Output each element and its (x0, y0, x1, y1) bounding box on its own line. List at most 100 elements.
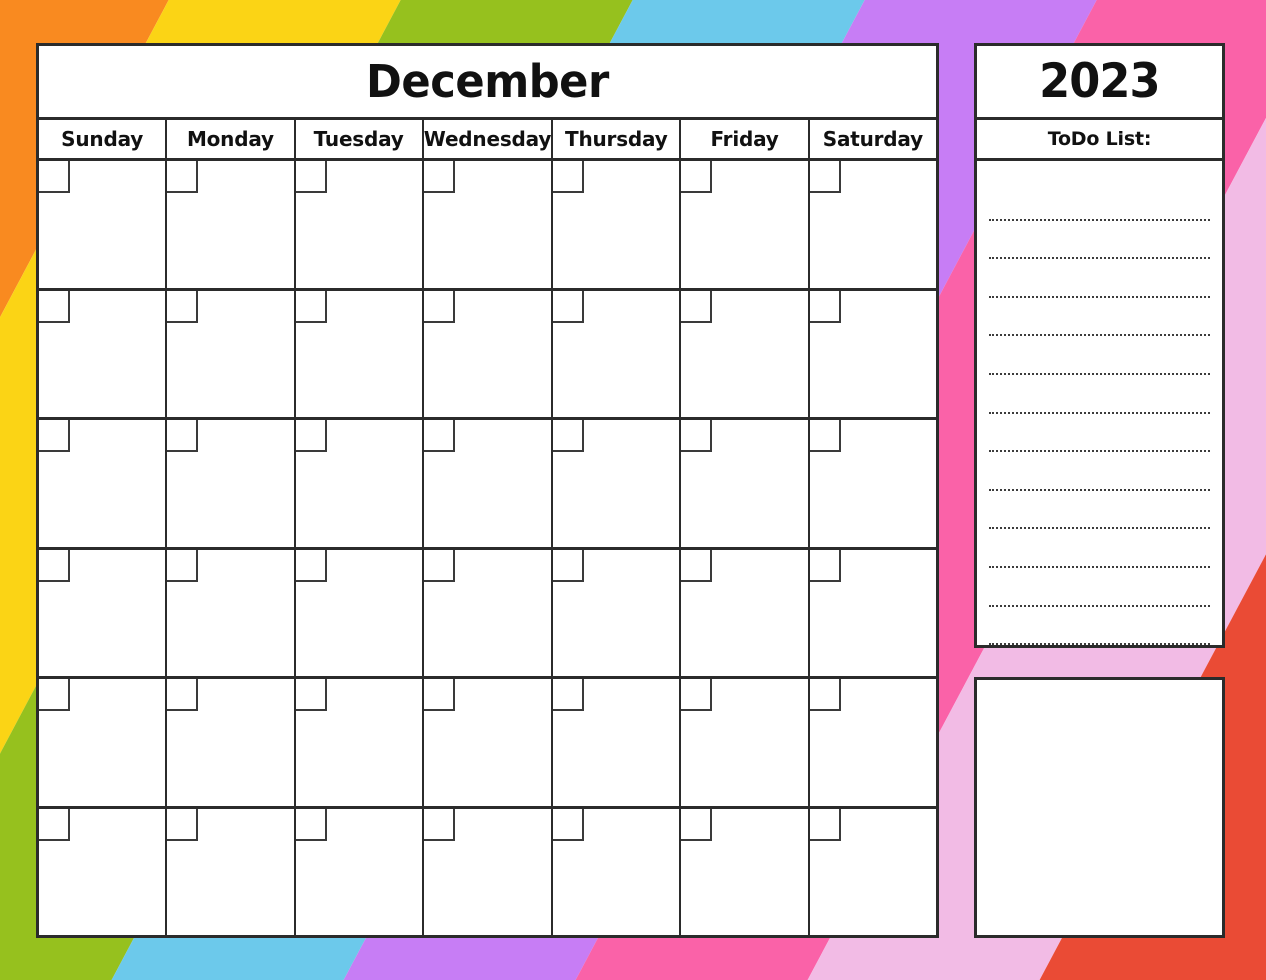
calendar-day-cell[interactable] (681, 161, 810, 288)
calendar-day-cell[interactable] (295, 679, 425, 806)
calendar-day-cell[interactable] (295, 549, 425, 676)
calendar-day-cell[interactable] (167, 808, 296, 935)
todo-list-line[interactable] (989, 336, 1210, 375)
year-label: 2023 (1039, 54, 1160, 109)
calendar-day-cell[interactable] (39, 290, 168, 417)
calendar-day-cell[interactable] (552, 290, 682, 417)
day-number-box (424, 161, 456, 193)
calendar-day-cell[interactable] (552, 808, 682, 935)
todo-list-line[interactable] (989, 529, 1210, 568)
calendar-week-row (39, 808, 936, 936)
todo-list-line[interactable] (989, 491, 1210, 530)
calendar-weeks-grid (39, 161, 936, 935)
day-number-box (424, 679, 456, 711)
calendar-week-row (39, 679, 936, 809)
day-number-box (681, 808, 713, 841)
todo-list-line[interactable] (989, 298, 1210, 337)
calendar-day-cell[interactable] (424, 679, 553, 806)
year-row: 2023 (977, 46, 1222, 120)
day-number-box (552, 161, 584, 193)
day-number-box (809, 808, 841, 841)
day-number-box (552, 549, 584, 582)
calendar-day-cell[interactable] (681, 679, 810, 806)
day-number-box (424, 420, 456, 452)
calendar-day-cell[interactable] (681, 420, 810, 547)
calendar-day-cell[interactable] (167, 679, 296, 806)
day-number-box (681, 420, 713, 452)
calendar-day-cell[interactable] (681, 808, 810, 935)
todo-list-line[interactable] (989, 221, 1210, 260)
day-number-box (809, 420, 841, 452)
calendar-day-cell[interactable] (167, 420, 296, 547)
day-number-box (809, 679, 841, 711)
todo-list-line[interactable] (989, 182, 1210, 221)
todo-title-row: ToDo List: (977, 120, 1222, 161)
calendar-day-cell[interactable] (809, 420, 936, 547)
notes-box[interactable] (974, 677, 1225, 938)
calendar-day-cell[interactable] (39, 679, 168, 806)
day-number-box (39, 161, 70, 193)
calendar-day-cell[interactable] (39, 161, 168, 288)
weekday-header-sunday: Sunday (39, 120, 168, 158)
todo-list-sheet: 2023 ToDo List: (974, 43, 1225, 648)
calendar-day-cell[interactable] (167, 549, 296, 676)
calendar-day-cell[interactable] (295, 420, 425, 547)
calendar-day-cell[interactable] (552, 161, 682, 288)
calendar-day-cell[interactable] (39, 549, 168, 676)
day-number-box (424, 290, 456, 323)
day-number-box (167, 420, 199, 452)
calendar-day-cell[interactable] (809, 679, 936, 806)
calendar-day-cell[interactable] (424, 549, 553, 676)
calendar-week-row (39, 420, 936, 550)
weekday-header-saturday: Saturday (822, 127, 923, 151)
todo-list-line[interactable] (989, 607, 1210, 646)
calendar-week-row (39, 161, 936, 291)
day-number-box (295, 161, 327, 193)
todo-list-line[interactable] (989, 452, 1210, 491)
calendar-day-cell[interactable] (39, 420, 168, 547)
calendar-week-row (39, 290, 936, 420)
calendar-day-cell[interactable] (552, 549, 682, 676)
day-number-box (809, 161, 841, 193)
todo-list-line[interactable] (989, 375, 1210, 414)
calendar-day-cell[interactable] (295, 808, 425, 935)
calendar-day-cell[interactable] (681, 290, 810, 417)
day-number-box (295, 679, 327, 711)
day-number-box (809, 290, 841, 323)
todo-list-line[interactable] (989, 568, 1210, 607)
day-number-box (681, 290, 713, 323)
calendar-day-cell[interactable] (424, 808, 553, 935)
calendar-day-cell[interactable] (809, 290, 936, 418)
calendar-day-cell[interactable] (424, 290, 553, 417)
calendar-day-cell[interactable] (681, 549, 810, 676)
day-number-box (681, 679, 713, 711)
calendar-day-cell[interactable] (295, 161, 425, 288)
day-number-box (295, 808, 327, 841)
day-number-box (552, 679, 584, 711)
calendar-day-cell[interactable] (39, 808, 168, 935)
weekday-header-friday: Friday (681, 120, 810, 158)
todo-lines-area[interactable] (977, 161, 1222, 651)
day-number-box (552, 808, 584, 841)
calendar-day-cell[interactable] (809, 549, 936, 677)
calendar-day-cell[interactable] (424, 420, 553, 547)
calendar-sheet: December Sunday Monday Tuesday Wednesday… (36, 43, 939, 938)
calendar-day-cell[interactable] (167, 161, 296, 288)
calendar-day-cell[interactable] (809, 161, 936, 288)
calendar-day-cell[interactable] (295, 290, 425, 417)
day-number-box (167, 679, 199, 711)
todo-list-line[interactable] (989, 259, 1210, 298)
weekday-header-monday: Monday (167, 120, 296, 158)
calendar-day-cell[interactable] (552, 420, 682, 547)
calendar-day-cell[interactable] (809, 808, 936, 936)
day-number-box (167, 161, 199, 193)
day-number-box (295, 420, 327, 452)
day-number-box (681, 161, 713, 193)
calendar-day-cell[interactable] (424, 161, 553, 288)
calendar-day-cell[interactable] (552, 679, 682, 806)
weekday-header-thursday: Thursday (553, 120, 682, 158)
todo-list-line[interactable] (989, 414, 1210, 453)
calendar-day-cell[interactable] (167, 290, 296, 417)
day-number-box (167, 549, 199, 582)
day-number-box (809, 549, 841, 582)
